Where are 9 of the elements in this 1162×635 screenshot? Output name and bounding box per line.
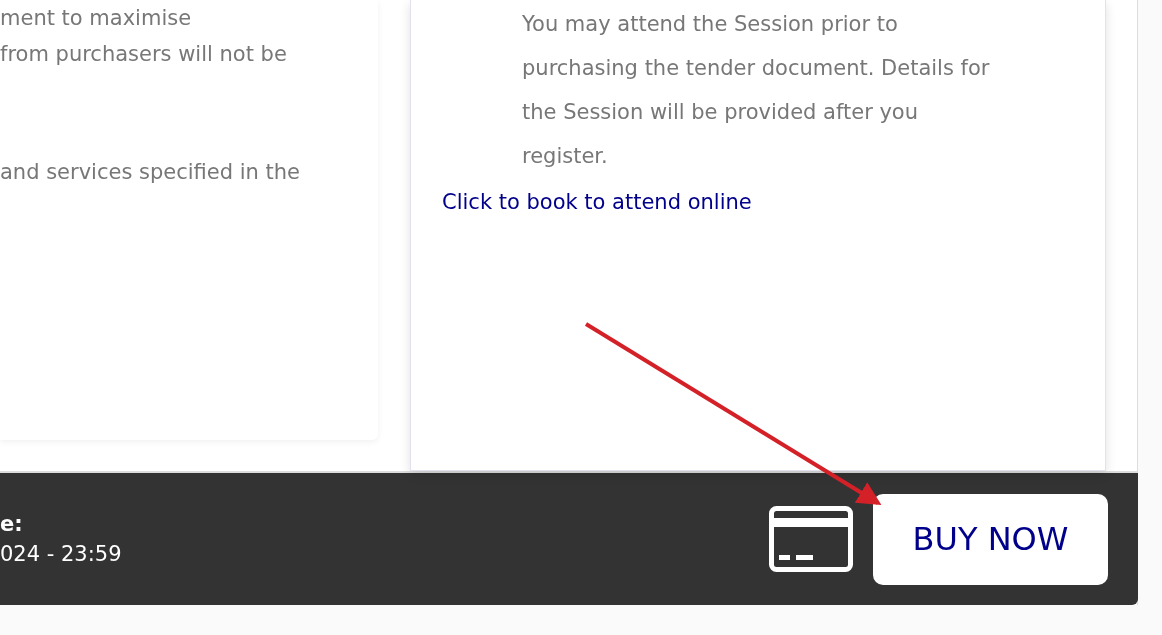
paragraph-text: ment to maximise: [0, 5, 192, 32]
credit-card-icon: [769, 506, 853, 572]
closing-date-label: e:: [0, 512, 24, 536]
closing-date-value: 024 - 23:59: [0, 542, 122, 566]
paragraph-text: and services specified in the: [0, 159, 301, 186]
book-online-link[interactable]: Click to book to attend online: [442, 190, 752, 214]
buy-now-button[interactable]: BUY NOW: [873, 493, 1108, 585]
paragraph-text: from purchasers will not be: [0, 41, 287, 68]
session-text: You may attend the Session prior to purchasing the tender document. Details for the Session will be provided after you register.: [522, 11, 990, 170]
